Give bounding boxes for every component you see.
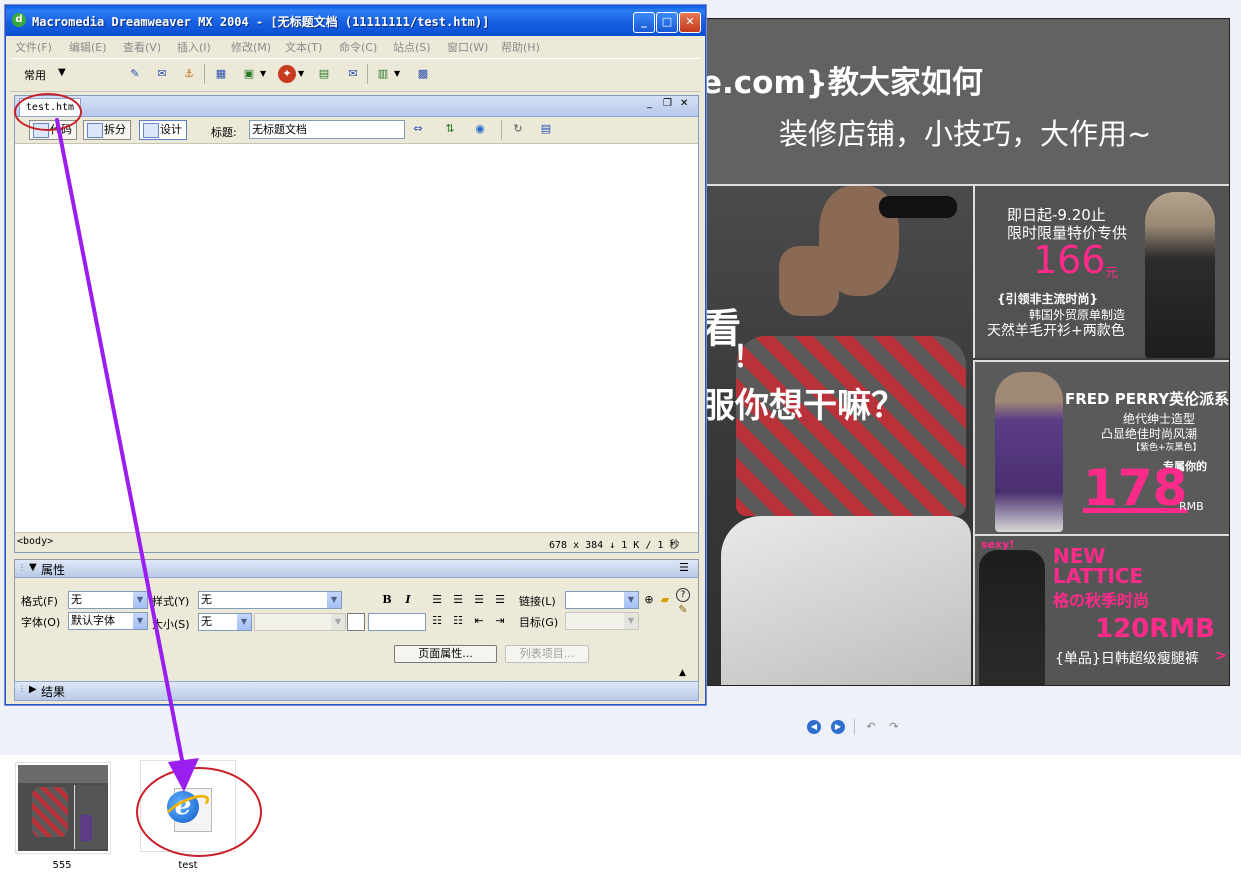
annotation-arrow-head xyxy=(168,758,199,792)
annotation-arrow-line xyxy=(55,118,186,772)
annotation-arrow xyxy=(55,118,199,792)
